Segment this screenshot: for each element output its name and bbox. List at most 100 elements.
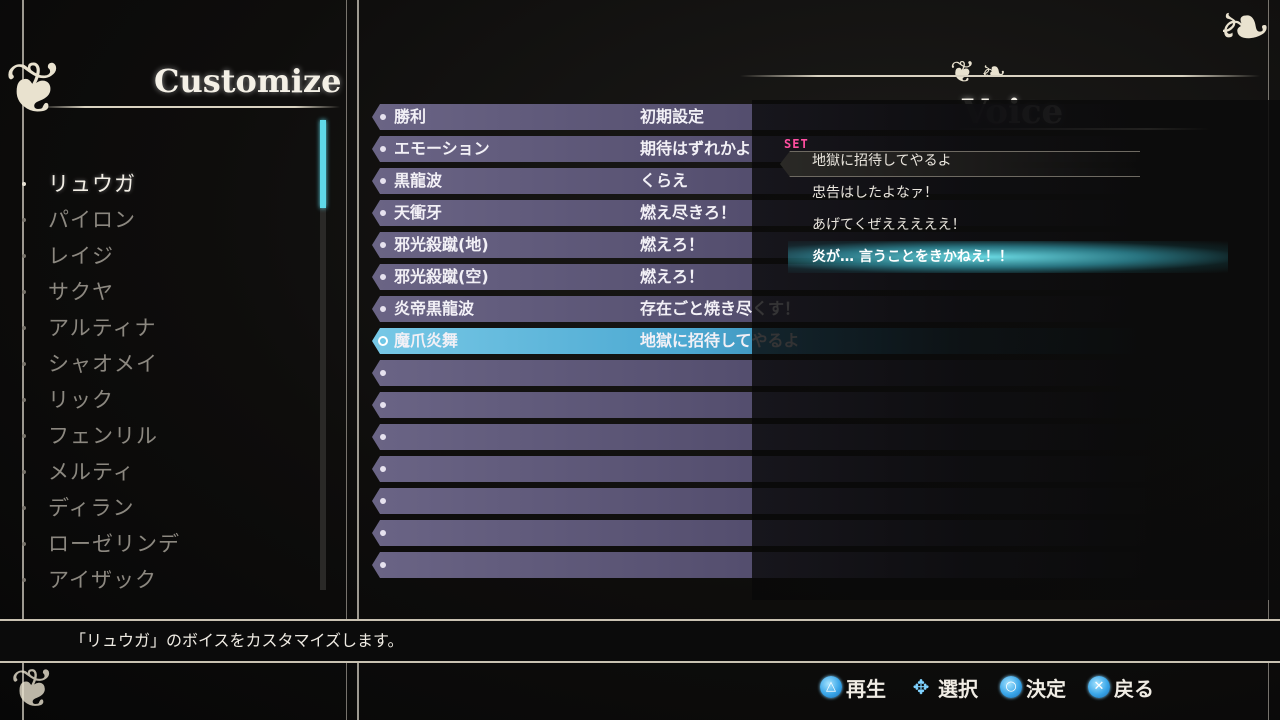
character-item[interactable]: リュウガ [20, 166, 310, 202]
select-label: 選択 [938, 676, 978, 701]
description-text: 「リュウガ」のボイスをカスタマイズします。 [70, 631, 404, 650]
slot-name: 炎帝黒龍波 [394, 299, 475, 318]
character-item[interactable]: レイジ [20, 238, 310, 274]
bullet-icon [22, 470, 26, 474]
bullet-icon [380, 146, 386, 152]
slot-name: 魔爪炎舞 [394, 331, 459, 350]
bullet-icon [22, 542, 26, 546]
slot-name: 黒龍波 [394, 171, 443, 190]
dpad-icon: ✥ [912, 675, 930, 699]
back-label: 戻る [1114, 676, 1154, 701]
cross-button-icon: ✕ [1088, 676, 1110, 698]
character-label: ローゼリンデ [48, 532, 180, 556]
triangle-button-icon: △ [820, 676, 842, 698]
play-label: 再生 [846, 676, 886, 701]
bullet-icon [380, 466, 386, 472]
frame-line-left-inner [346, 0, 347, 720]
bullet-icon [380, 498, 386, 504]
voice-option-label: あげてくぜえええええ！ [812, 217, 966, 233]
bullet-icon [380, 530, 386, 536]
frame-line-divider [357, 0, 359, 720]
selected-ring-icon [378, 336, 388, 346]
bullet-icon [22, 434, 26, 438]
voice-option-list: 地獄に招待してやるよ 忠告はしたよなァ！ あげてくぜえええええ！ 炎が… 言うことをき… [780, 145, 1228, 273]
bullet-icon [380, 178, 386, 184]
bullet-icon [22, 398, 26, 402]
bullet-icon [380, 562, 386, 568]
slot-name: 邪光殺蹴(地) [394, 235, 489, 254]
character-label: フェンリル [48, 424, 158, 448]
bullet-icon [22, 578, 26, 582]
flourish-ornament-bottom-left: ❦ [10, 657, 56, 720]
character-item[interactable]: フェンリル [20, 418, 310, 454]
voice-option[interactable]: 忠告はしたよなァ！ [788, 177, 1228, 209]
voice-option-label: 炎が… 言うことをきかねえ！！ [812, 249, 1013, 265]
voice-option-label: 地獄に招待してやるよ [812, 153, 952, 169]
customize-title-rule [40, 106, 340, 108]
character-item[interactable]: メルティ [20, 454, 310, 490]
confirm-label: 決定 [1026, 676, 1066, 701]
bullet-icon [380, 114, 386, 120]
character-item[interactable]: アイザック [20, 562, 310, 598]
select-prompt[interactable]: ✥ 選択 [908, 673, 978, 702]
slot-voice-value: 燃えろ！ [640, 235, 705, 254]
voice-option[interactable]: あげてくぜえええええ！ [788, 209, 1228, 241]
flourish-ornament-top-right: ❧ [1218, 0, 1272, 65]
slot-name: 勝利 [394, 107, 427, 126]
character-item[interactable]: リック [20, 382, 310, 418]
character-label: リック [48, 388, 114, 412]
slot-voice-value: 期待はずれかよ [640, 139, 752, 158]
character-label: アイザック [48, 568, 157, 592]
bullet-icon [380, 274, 386, 280]
customize-title: Customize [154, 62, 342, 100]
description-bar: 「リュウガ」のボイスをカスタマイズします。 [0, 619, 1280, 663]
confirm-prompt[interactable]: ○ 決定 [1000, 673, 1066, 702]
character-list: リュウガパイロンレイジサクヤアルティナシャオメイリックフェンリルメルティディラン… [20, 166, 310, 598]
play-prompt[interactable]: △ 再生 [820, 673, 886, 702]
character-label: リュウガ [48, 172, 136, 196]
character-label: メルティ [48, 460, 135, 484]
character-item[interactable]: ディラン [20, 490, 310, 526]
slot-voice-value: 初期設定 [640, 107, 705, 126]
circle-button-icon: ○ [1000, 676, 1022, 698]
voice-option-label: 忠告はしたよなァ！ [812, 185, 938, 201]
character-label: パイロン [48, 208, 136, 232]
voice-option[interactable]: 地獄に招待してやるよ [780, 145, 1228, 177]
character-item[interactable]: アルティナ [20, 310, 310, 346]
voice-title-top-rule [740, 75, 1260, 77]
character-scrollbar[interactable] [320, 120, 326, 590]
voice-option[interactable]: 炎が… 言うことをきかねえ！！ [788, 241, 1228, 273]
character-label: アルティナ [48, 316, 157, 340]
slot-voice-value: くらえ [640, 171, 689, 190]
bullet-icon [380, 434, 386, 440]
flourish-ornament-top-left: ❦ [4, 46, 65, 130]
slot-name: 天衝牙 [394, 203, 443, 222]
character-item[interactable]: ローゼリンデ [20, 526, 310, 562]
character-label: サクヤ [48, 280, 114, 304]
character-item[interactable]: パイロン [20, 202, 310, 238]
bullet-icon [22, 362, 26, 366]
slot-voice-value: 燃え尽きろ！ [640, 203, 737, 222]
character-label: レイジ [48, 244, 114, 268]
slot-name: エモーション [394, 139, 490, 158]
back-prompt[interactable]: ✕ 戻る [1088, 673, 1154, 702]
bullet-icon [380, 210, 386, 216]
character-label: シャオメイ [48, 352, 158, 376]
bullet-icon [22, 290, 26, 294]
flourish-ornament-voice: ❦❧ [950, 55, 1013, 90]
bullet-icon [380, 306, 386, 312]
bullet-icon [380, 370, 386, 376]
slot-name: 邪光殺蹴(空) [394, 267, 489, 286]
bullet-icon [22, 182, 26, 186]
character-label: ディラン [48, 496, 135, 520]
character-item[interactable]: シャオメイ [20, 346, 310, 382]
bullet-icon [22, 218, 26, 222]
slot-voice-value: 燃えろ！ [640, 267, 705, 286]
character-scroll-thumb[interactable] [320, 120, 326, 208]
button-prompts: △ 再生 ✥ 選択 ○ 決定 ✕ 戻る [820, 672, 1176, 702]
bullet-icon [380, 402, 386, 408]
bullet-icon [22, 326, 26, 330]
bullet-icon [22, 506, 26, 510]
character-item[interactable]: サクヤ [20, 274, 310, 310]
bullet-icon [22, 254, 26, 258]
